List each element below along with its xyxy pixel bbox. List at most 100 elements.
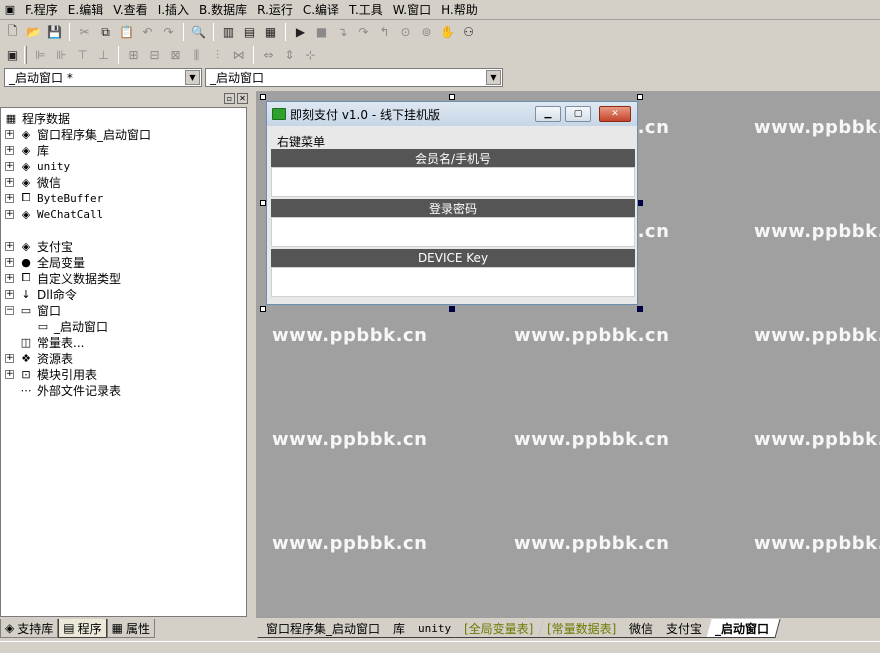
chevron-down-icon[interactable]: ▼ bbox=[486, 70, 501, 85]
tree-item[interactable]: + ↓ Dll命令 bbox=[5, 286, 77, 302]
redo-icon[interactable]: ↷ bbox=[158, 22, 179, 42]
device-key-field[interactable] bbox=[271, 267, 635, 297]
tree-item[interactable]: + ◈ 窗口程序集_启动窗口 bbox=[5, 126, 151, 142]
tree-item[interactable]: − ▭ 窗口 bbox=[5, 302, 61, 318]
chevron-down-icon[interactable]: ▼ bbox=[185, 70, 200, 85]
same-height-icon[interactable]: ⊟ bbox=[144, 45, 165, 65]
tree-item[interactable]: + ⧠ 自定义数据类型 bbox=[5, 270, 121, 286]
tree-item[interactable]: + ◈ unity bbox=[5, 158, 70, 174]
step-into-icon[interactable]: ↴ bbox=[332, 22, 353, 42]
restore-icon[interactable]: ▫ bbox=[224, 93, 235, 104]
menu-help[interactable]: H.帮助 bbox=[436, 1, 483, 19]
window-titlebar[interactable]: 即刻支付 v1.0 - 线下挂机版 ▁ ▢ ✕ bbox=[267, 102, 637, 126]
tree-item[interactable]: + ❖ 资源表 bbox=[5, 350, 73, 366]
space-equal-icon[interactable]: ⋈ bbox=[228, 45, 249, 65]
expand-icon[interactable]: + bbox=[5, 145, 14, 155]
app-icon[interactable]: ▣ bbox=[2, 3, 18, 17]
center-horizontal-icon[interactable]: ⇔ bbox=[258, 45, 279, 65]
same-size-icon[interactable]: ⊠ bbox=[165, 45, 186, 65]
maximize-button[interactable]: ▢ bbox=[565, 106, 591, 122]
context-menu-label[interactable]: 右键菜单 bbox=[277, 133, 325, 150]
step-over-icon[interactable]: ↷ bbox=[353, 22, 374, 42]
layout-grid-icon[interactable]: ▦ bbox=[260, 22, 281, 42]
expand-icon[interactable]: + bbox=[5, 289, 14, 299]
expand-icon[interactable]: + bbox=[5, 177, 14, 187]
resize-handle[interactable] bbox=[637, 94, 643, 100]
breakpoint-icon[interactable]: ⊙ bbox=[395, 22, 416, 42]
same-width-icon[interactable]: ⊞ bbox=[123, 45, 144, 65]
expand-icon[interactable]: + bbox=[5, 193, 14, 203]
tree-item[interactable]: + ◈ 支付宝 bbox=[5, 238, 73, 254]
align-top-icon[interactable]: ⊤ bbox=[72, 45, 93, 65]
menu-run[interactable]: R.运行 bbox=[252, 1, 298, 19]
layout-panel-icon[interactable]: ▥ bbox=[218, 22, 239, 42]
expand-icon[interactable]: + bbox=[5, 209, 14, 219]
tree-item[interactable]: + ⧠ ByteBuffer bbox=[5, 190, 103, 206]
menu-compile[interactable]: C.编译 bbox=[298, 1, 344, 19]
menu-tools[interactable]: T.工具 bbox=[344, 1, 388, 19]
designed-window[interactable]: 即刻支付 v1.0 - 线下挂机版 ▁ ▢ ✕ 右键菜单 会员名/手机号 登录密… bbox=[266, 101, 638, 305]
find-icon[interactable]: 🔍 bbox=[188, 22, 209, 42]
copy-icon[interactable]: ⧉ bbox=[95, 22, 116, 42]
tab-constants[interactable]: [常量数据表] bbox=[537, 619, 628, 638]
step-out-icon[interactable]: ↰ bbox=[374, 22, 395, 42]
tree-item[interactable]: + ● 全局变量 bbox=[5, 254, 85, 270]
save-icon[interactable]: 💾 bbox=[44, 22, 65, 42]
collapse-icon[interactable]: − bbox=[5, 305, 14, 315]
tree-item[interactable]: + ◫ 常量表... bbox=[5, 334, 85, 350]
username-label[interactable]: 会员名/手机号 bbox=[271, 149, 635, 167]
new-file-icon[interactable]: 🗋 bbox=[2, 22, 23, 42]
tree-root[interactable]: ▦ 程序数据 bbox=[3, 110, 70, 126]
password-field[interactable] bbox=[271, 217, 635, 247]
tab-global-vars[interactable]: [全局变量表] bbox=[455, 619, 546, 638]
stop-icon[interactable]: ■ bbox=[311, 22, 332, 42]
assembly-combo[interactable]: _启动窗口 * ▼ bbox=[4, 68, 202, 87]
align-left-icon[interactable]: ⊫ bbox=[30, 45, 51, 65]
menu-file[interactable]: F.程序 bbox=[20, 1, 63, 19]
align-bottom-icon[interactable]: ⊥ bbox=[93, 45, 114, 65]
expand-icon[interactable]: + bbox=[5, 241, 14, 251]
tab-program[interactable]: ▤ 程序 bbox=[58, 619, 107, 638]
layout-split-icon[interactable]: ▤ bbox=[239, 22, 260, 42]
expand-icon[interactable]: + bbox=[5, 257, 14, 267]
password-label[interactable]: 登录密码 bbox=[271, 199, 635, 217]
tab-unity[interactable]: unity bbox=[409, 619, 463, 638]
tab-properties[interactable]: ▦ 属性 bbox=[106, 619, 155, 638]
tree-item[interactable]: + ◈ WeChatCall bbox=[5, 206, 103, 222]
menu-view[interactable]: V.查看 bbox=[108, 1, 152, 19]
username-field[interactable] bbox=[271, 167, 635, 197]
watch-icon[interactable]: ⊚ bbox=[416, 22, 437, 42]
undo-icon[interactable]: ↶ bbox=[137, 22, 158, 42]
binoculars-icon[interactable]: ⚇ bbox=[458, 22, 479, 42]
form-icon[interactable]: ▣ bbox=[2, 45, 23, 65]
cut-icon[interactable]: ✂ bbox=[74, 22, 95, 42]
expand-icon[interactable]: + bbox=[5, 353, 14, 363]
device-key-label[interactable]: DEVICE Key bbox=[271, 249, 635, 267]
space-vertical-icon[interactable]: ⫶ bbox=[207, 45, 228, 65]
paste-icon[interactable]: 📋 bbox=[116, 22, 137, 42]
space-horizontal-icon[interactable]: ⫼ bbox=[186, 45, 207, 65]
menu-edit[interactable]: E.编辑 bbox=[63, 1, 108, 19]
menu-window[interactable]: W.窗口 bbox=[388, 1, 436, 19]
tree-item[interactable]: + ⋯ 外部文件记录表 bbox=[5, 382, 122, 398]
menu-database[interactable]: B.数据库 bbox=[194, 1, 252, 19]
resize-handle[interactable] bbox=[449, 306, 455, 312]
tab-support-library[interactable]: ◈ 支持库 bbox=[0, 619, 59, 638]
minimize-button[interactable]: ▁ bbox=[535, 106, 561, 122]
resize-handle[interactable] bbox=[637, 306, 643, 312]
expand-icon[interactable]: + bbox=[5, 161, 14, 171]
tree-item[interactable]: ▭ _启动窗口 bbox=[35, 318, 108, 334]
open-folder-icon[interactable]: 📂 bbox=[23, 22, 44, 42]
close-button[interactable]: ✕ bbox=[599, 106, 631, 122]
expand-icon[interactable]: + bbox=[5, 273, 14, 283]
tree-item[interactable]: + ◈ 微信 bbox=[5, 174, 61, 190]
tree-item[interactable]: + ◈ 库 bbox=[5, 142, 49, 158]
hand-icon[interactable]: ✋ bbox=[437, 22, 458, 42]
close-icon[interactable]: ✕ bbox=[237, 93, 248, 104]
menu-insert[interactable]: I.插入 bbox=[153, 1, 194, 19]
tab-alipay[interactable]: 支付宝 bbox=[657, 619, 714, 638]
resize-handle[interactable] bbox=[260, 94, 266, 100]
center-vertical-icon[interactable]: ⇕ bbox=[279, 45, 300, 65]
tab-startup-window[interactable]: _启动窗口 bbox=[706, 619, 781, 638]
align-center-icon[interactable]: ⊪ bbox=[51, 45, 72, 65]
